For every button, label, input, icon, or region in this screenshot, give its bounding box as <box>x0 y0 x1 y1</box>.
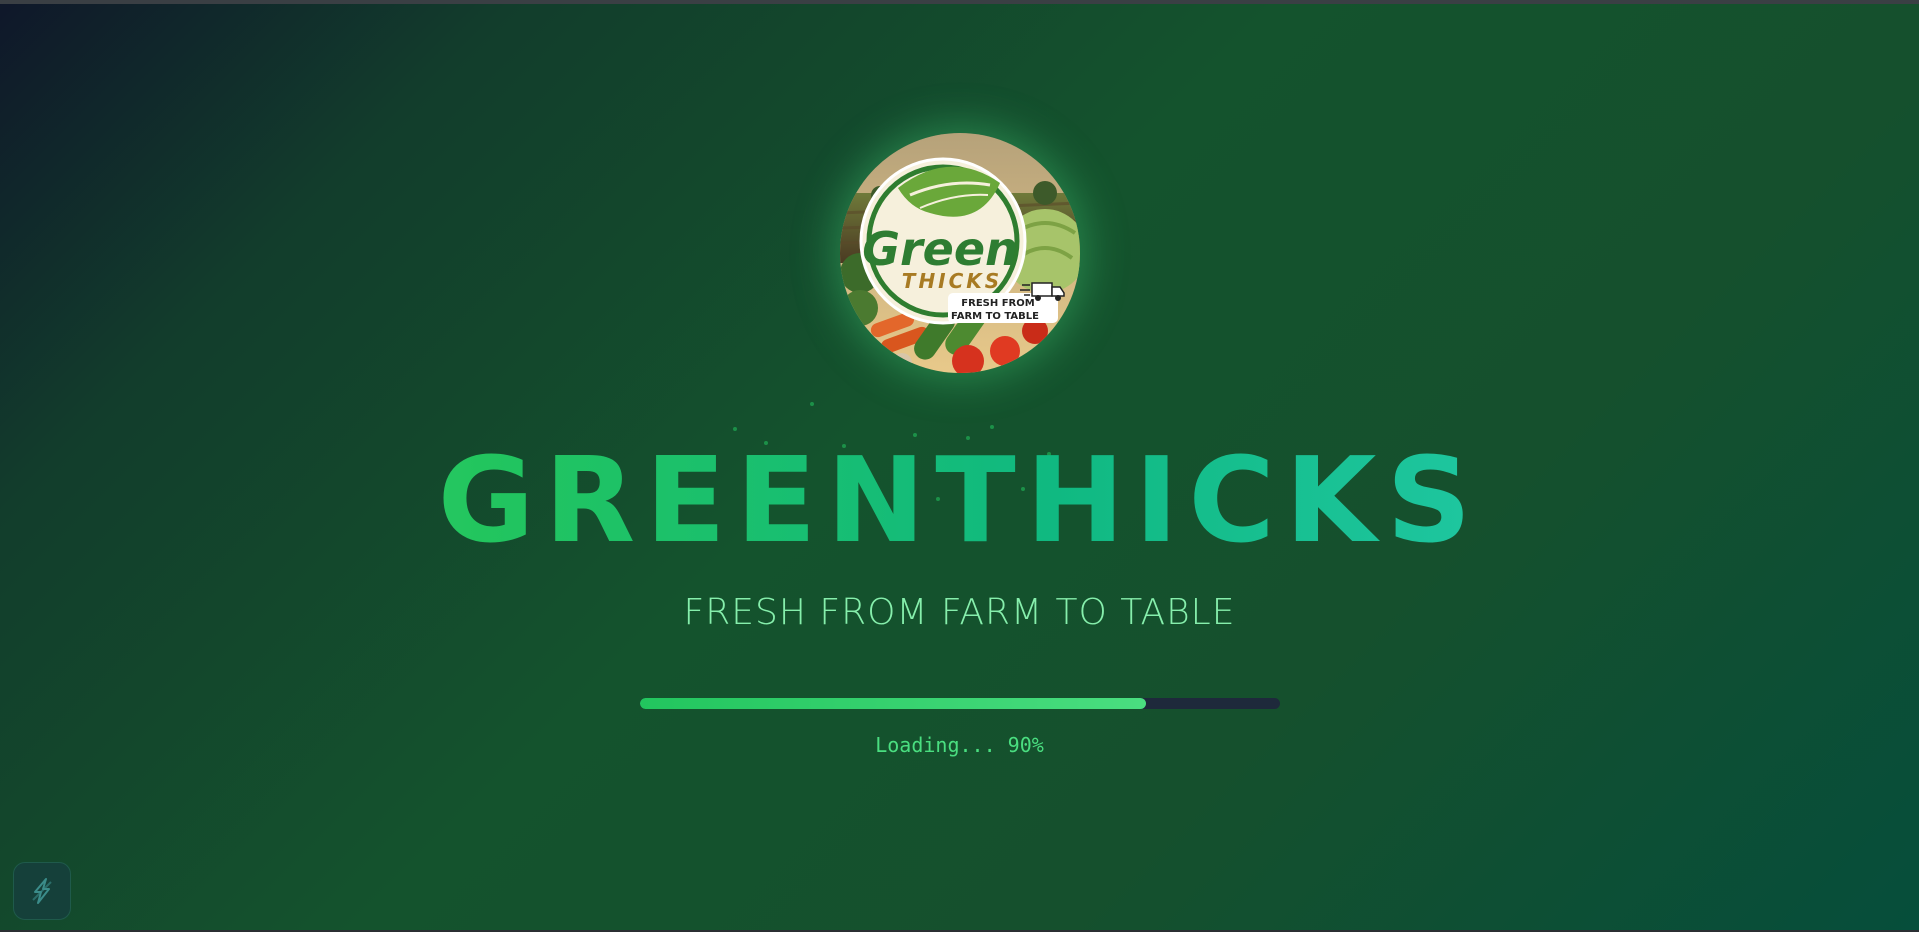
brand-tagline: FRESH FROM FARM TO TABLE <box>683 592 1236 633</box>
window-top-border <box>0 0 1919 4</box>
loading-status-text: Loading... 90% <box>875 733 1044 757</box>
brand-logo: Green THICKS FRESH FROM FARM TO TABLE <box>840 133 1080 373</box>
brand-title: GREENTHICKS <box>0 430 1919 570</box>
sparkle-particle <box>810 402 814 406</box>
logo-word-green: Green <box>862 222 1018 276</box>
loading-progress-fill <box>640 698 1146 709</box>
logo-badge-line1: FRESH FROM <box>961 298 1034 309</box>
loading-progress-bar <box>640 698 1280 709</box>
sparkle-particle <box>990 425 994 429</box>
logo-badge-line2: FARM TO TABLE <box>951 311 1039 322</box>
lightning-bolt-icon <box>32 878 52 904</box>
quick-action-button[interactable] <box>13 862 71 920</box>
logo-image: Green THICKS FRESH FROM FARM TO TABLE <box>840 133 1080 373</box>
logo-word-thicks: THICKS <box>902 269 1002 293</box>
